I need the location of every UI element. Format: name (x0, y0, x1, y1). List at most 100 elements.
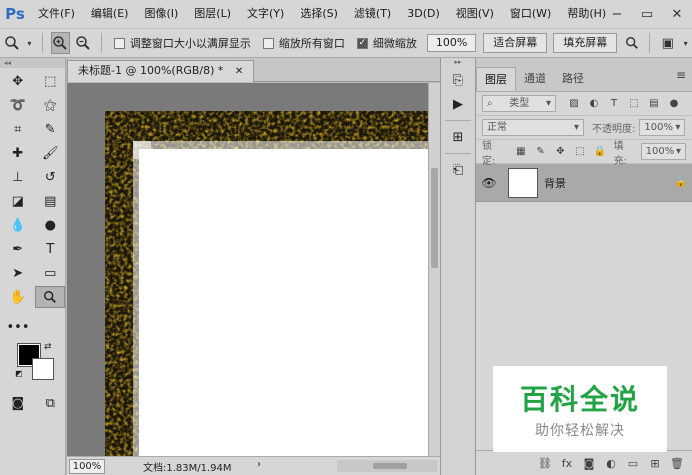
dodge-tool-icon[interactable]: ● (36, 214, 66, 236)
eraser-tool-icon[interactable]: ◪ (3, 190, 33, 212)
chevron-down-icon[interactable]: ▾ (25, 32, 34, 54)
menu-edit[interactable]: 编辑(E) (83, 0, 137, 28)
rectangle-tool-icon[interactable]: ▭ (36, 262, 66, 284)
menu-3d[interactable]: 3D(D) (399, 0, 448, 28)
scrubby-zoom-checkbox[interactable]: ✓ 细微缩放 (356, 35, 417, 51)
zoom-in-icon[interactable] (50, 32, 70, 54)
panel-menu-icon[interactable]: ≡ (676, 68, 686, 82)
quick-mask-icon[interactable]: ◙ (3, 392, 33, 414)
close-icon[interactable]: ✕ (662, 0, 692, 28)
maximize-icon[interactable]: ▭ (632, 0, 662, 28)
layer-name[interactable]: 背景 (544, 175, 670, 191)
fit-screen-button[interactable]: 适合屏幕 (483, 33, 548, 53)
adjustment-filter-icon[interactable]: ◐ (586, 98, 602, 109)
background-color-swatch[interactable] (32, 358, 54, 380)
menu-file[interactable]: 文件(F) (30, 0, 83, 28)
adjustment-layer-icon[interactable]: ◐ (600, 457, 622, 470)
horizontal-scrollbar[interactable] (337, 460, 437, 472)
menu-view[interactable]: 视图(V) (448, 0, 502, 28)
eyedropper-tool-icon[interactable]: ✎ (36, 118, 66, 140)
lock-artboard-icon[interactable]: ⬚ (572, 146, 588, 157)
search-icon[interactable] (622, 32, 641, 54)
pen-tool-icon[interactable]: ✒ (3, 238, 33, 260)
lock-all-icon[interactable]: 🔒 (592, 146, 608, 157)
new-layer-icon[interactable]: ⊞ (644, 457, 666, 470)
move-tool-icon[interactable]: ✥ (3, 70, 33, 92)
path-selection-tool-icon[interactable]: ➤ (3, 262, 33, 284)
layer-style-icon[interactable]: fx (556, 457, 578, 470)
workspace-icon[interactable]: ▣ (658, 32, 677, 54)
dock-expand-icon[interactable]: ▸▸ (441, 58, 475, 68)
smart-object-filter-icon[interactable]: ▤ (646, 98, 662, 109)
type-tool-icon[interactable]: T (36, 238, 66, 260)
checkbox-box-checked[interactable]: ✓ (356, 37, 368, 49)
marquee-tool-icon[interactable]: ⬚ (36, 70, 66, 92)
zoom-out-icon[interactable] (74, 32, 93, 54)
zoom-tool-icon[interactable] (35, 286, 65, 308)
fill-field[interactable]: 100% ▾ (640, 143, 687, 160)
chevron-down-icon[interactable]: ▾ (681, 32, 690, 54)
menu-image[interactable]: 图像(I) (136, 0, 186, 28)
image-filter-icon[interactable]: ▨ (566, 98, 582, 109)
shape-filter-icon[interactable]: ⬚ (626, 98, 642, 109)
zoom-all-windows-checkbox[interactable]: 缩放所有窗口 (262, 35, 345, 51)
blur-tool-icon[interactable]: 💧 (3, 214, 33, 236)
clone-stamp-tool-icon[interactable]: ⊥ (3, 166, 33, 188)
resize-windows-checkbox[interactable]: 调整窗口大小以满屏显示 (113, 35, 251, 51)
vertical-scrollbar[interactable] (428, 83, 440, 456)
gradient-tool-icon[interactable]: ▤ (36, 190, 66, 212)
tab-layers[interactable]: 图层 (476, 67, 516, 91)
menu-filter[interactable]: 滤镜(T) (346, 0, 399, 28)
vertical-scroll-thumb[interactable] (431, 168, 438, 268)
delete-layer-icon[interactable]: 🗑 (666, 457, 688, 470)
more-tools-icon[interactable]: ••• (3, 316, 33, 338)
minimize-icon[interactable]: − (602, 0, 632, 28)
magic-wand-tool-icon[interactable]: ⚝ (36, 94, 66, 116)
history-brush-tool-icon[interactable]: ↺ (36, 166, 66, 188)
swap-colors-icon[interactable]: ⇄ (44, 342, 52, 352)
blend-mode-select[interactable]: 正常 ▾ (482, 119, 584, 136)
opacity-field[interactable]: 100% ▾ (639, 119, 686, 136)
link-layers-icon[interactable]: ⛓ (534, 457, 556, 470)
actions-panel-icon[interactable]: ▶ (441, 92, 475, 116)
tab-paths[interactable]: 路径 (554, 67, 592, 91)
chevron-right-icon[interactable]: › (257, 459, 261, 470)
properties-panel-icon[interactable]: ⊞ (441, 125, 475, 149)
zoom-value-field[interactable]: 100% (426, 34, 477, 52)
canvas-area[interactable] (67, 83, 428, 456)
hand-tool-icon[interactable]: ✋ (3, 286, 32, 308)
checkbox-box[interactable] (262, 37, 274, 49)
tab-channels[interactable]: 通道 (516, 67, 554, 91)
type-filter-icon[interactable]: T (606, 98, 622, 109)
zoom-tool-preset-icon[interactable] (2, 32, 21, 54)
lock-pixels-icon[interactable]: ✎ (533, 146, 549, 157)
history-panel-icon[interactable]: ⎘ (441, 68, 475, 92)
menu-select[interactable]: 选择(S) (292, 0, 346, 28)
lasso-tool-icon[interactable]: ➰ (3, 94, 33, 116)
menu-type[interactable]: 文字(Y) (239, 0, 292, 28)
menu-window[interactable]: 窗口(W) (502, 0, 559, 28)
eye-icon[interactable]: 👁 (476, 176, 502, 190)
screen-mode-icon[interactable]: ⧉ (36, 392, 66, 414)
horizontal-scroll-thumb[interactable] (373, 463, 407, 469)
brush-tool-icon[interactable]: 🖌 (36, 142, 66, 164)
character-panel-icon[interactable]: ⎗ (441, 158, 475, 182)
close-icon[interactable]: ✕ (235, 66, 243, 77)
layer-thumbnail[interactable] (508, 167, 538, 198)
status-zoom-field[interactable]: 100% (69, 458, 105, 474)
filter-toggle-icon[interactable]: ● (666, 98, 682, 109)
document-canvas[interactable] (67, 83, 428, 456)
lock-transparent-icon[interactable]: ▦ (513, 146, 529, 157)
layer-row[interactable]: 👁 背景 🔒 (476, 164, 692, 202)
default-colors-icon[interactable]: ◩ (15, 369, 23, 378)
filter-kind-select[interactable]: ⌕ 类型 ▾ (482, 95, 556, 112)
layer-mask-icon[interactable]: ◙ (578, 457, 600, 470)
menu-layer[interactable]: 图层(L) (186, 0, 239, 28)
new-group-icon[interactable]: ▭ (622, 457, 644, 470)
lock-position-icon[interactable]: ✥ (552, 146, 568, 157)
checkbox-box[interactable] (113, 37, 125, 49)
document-tab[interactable]: 未标题-1 @ 100%(RGB/8) * ✕ (67, 60, 255, 82)
panel-collapse-icon[interactable]: ◂◂ (0, 58, 65, 68)
healing-brush-tool-icon[interactable]: ✚ (3, 142, 33, 164)
fill-screen-button[interactable]: 填充屏幕 (553, 33, 618, 53)
